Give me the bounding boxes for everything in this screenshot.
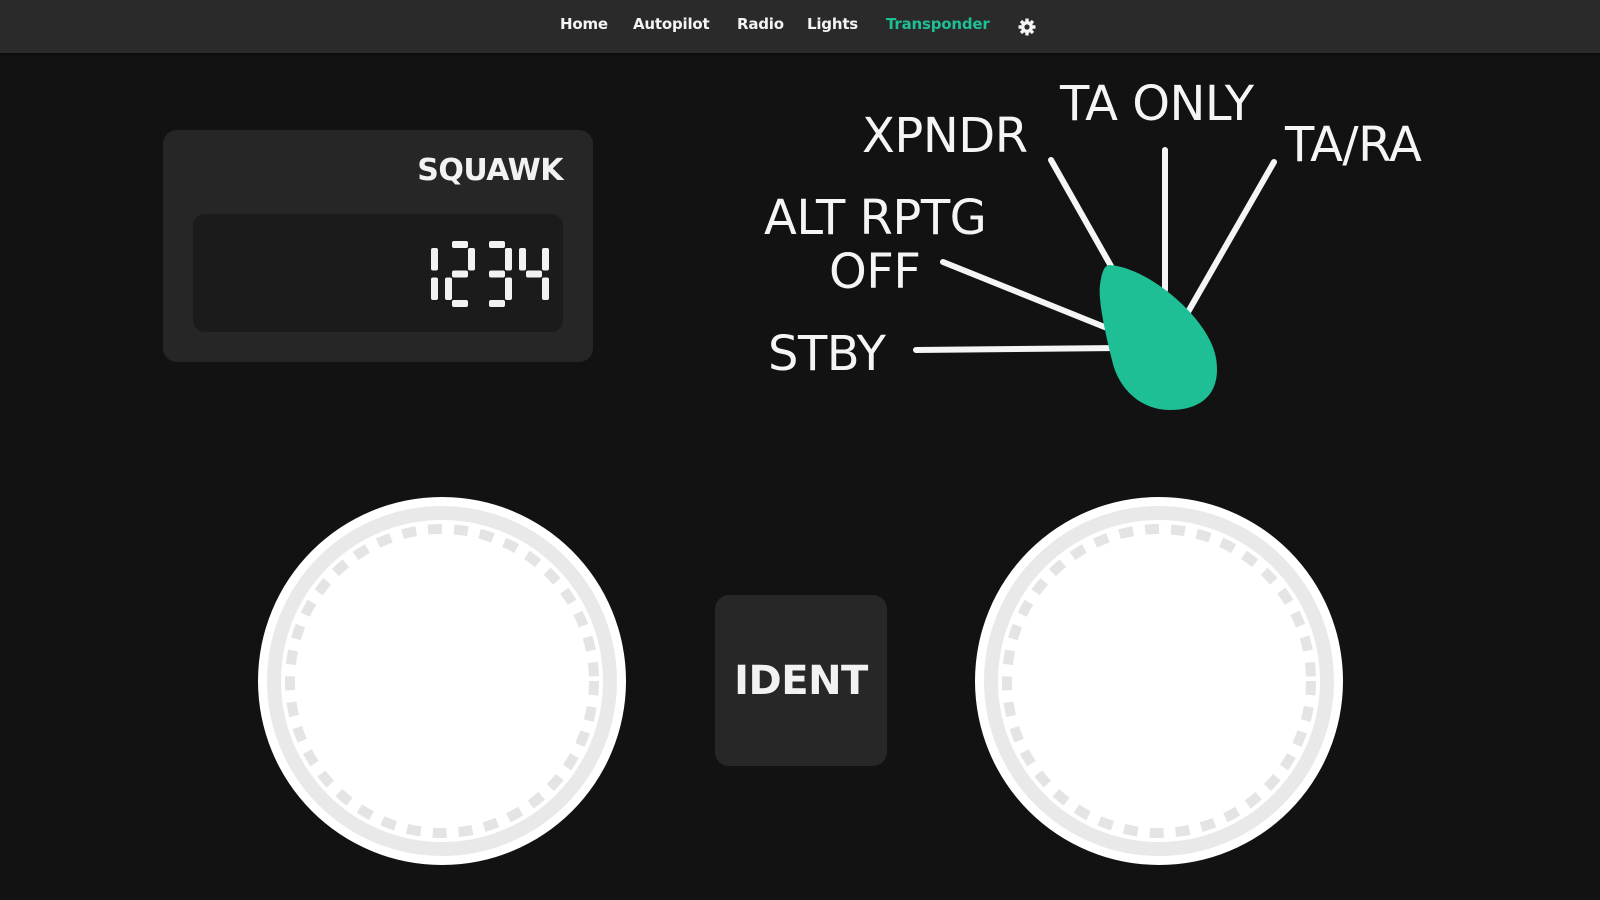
mode-label-ta-ra[interactable]: TA/RA: [1285, 121, 1422, 169]
ident-label: IDENT: [734, 657, 868, 704]
mode-label-ta-only[interactable]: TA ONLY: [1060, 80, 1254, 128]
xpndr-tick: [1048, 157, 1123, 285]
ident-button[interactable]: IDENT: [715, 595, 887, 766]
mode-label-xpndr[interactable]: XPNDR: [862, 112, 1028, 160]
mode-label-alt-rptg[interactable]: ALT RPTG: [764, 194, 987, 242]
alt-rptg-off-tick: [940, 259, 1115, 333]
ta-ra-tick: [1185, 159, 1277, 315]
squawk-right-knob[interactable]: [973, 495, 1345, 867]
transponder-app: Home Autopilot Radio Lights Transponder …: [0, 0, 1600, 900]
squawk-left-knob[interactable]: [256, 495, 628, 867]
mode-label-off[interactable]: OFF: [829, 248, 921, 296]
stby-tick: [913, 345, 1123, 353]
mode-label-stby[interactable]: STBY: [768, 330, 886, 378]
